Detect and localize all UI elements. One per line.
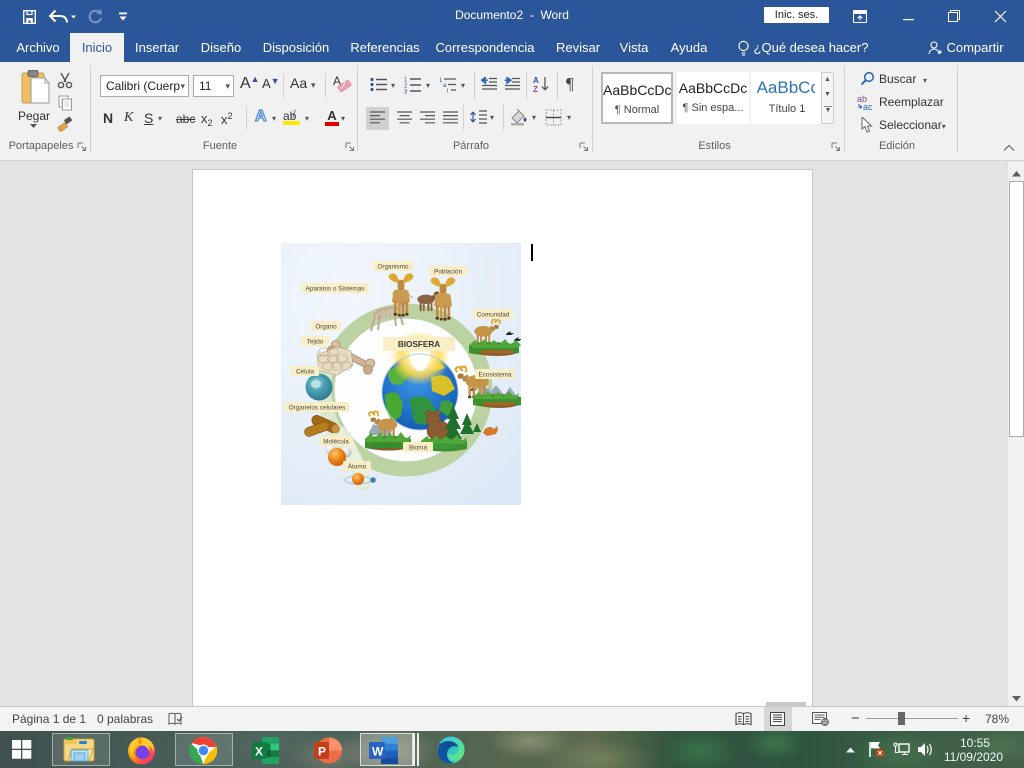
svg-text:Z: Z	[533, 85, 538, 93]
svg-text:Órgano: Órgano	[315, 322, 337, 331]
svg-text:W: W	[372, 745, 384, 759]
svg-text:Organismo: Organismo	[377, 264, 409, 271]
svg-text:Comunidad: Comunidad	[477, 312, 510, 319]
svg-text:Molécula: Molécula	[323, 439, 349, 446]
svg-text:A: A	[533, 76, 539, 85]
svg-text:Organelos celulares: Organelos celulares	[289, 405, 346, 412]
svg-text:Tejido: Tejido	[307, 339, 324, 346]
svg-text:ac: ac	[863, 102, 873, 110]
svg-text:Ecosistema: Ecosistema	[478, 372, 511, 379]
svg-text:Población: Población	[434, 269, 463, 276]
svg-text:BIOSFERA: BIOSFERA	[398, 340, 440, 349]
svg-text:Aparatos o Sistemas: Aparatos o Sistemas	[306, 286, 365, 293]
svg-text:X: X	[255, 745, 263, 759]
svg-text:Célula: Célula	[296, 369, 315, 376]
svg-text:3: 3	[404, 90, 408, 96]
svg-text:Átomo: Átomo	[348, 462, 367, 471]
svg-text:i: i	[447, 89, 448, 94]
svg-text:P: P	[318, 745, 326, 759]
svg-text:Bioma: Bioma	[409, 445, 428, 452]
